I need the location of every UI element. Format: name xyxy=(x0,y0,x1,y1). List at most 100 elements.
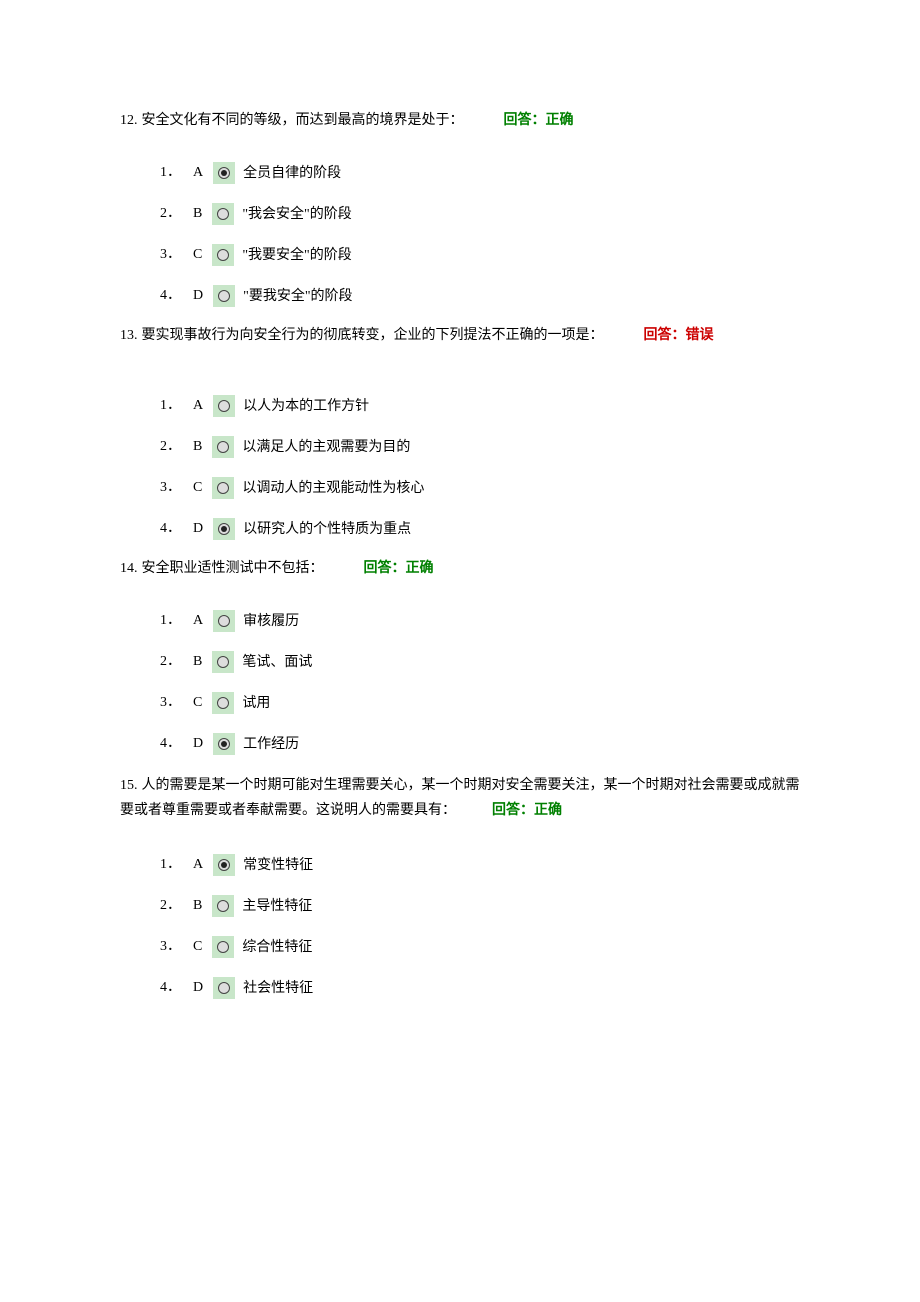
option-index: 3． xyxy=(160,692,181,713)
radio-button[interactable] xyxy=(212,244,234,266)
radio-icon xyxy=(218,982,230,994)
option-text: 社会性特征 xyxy=(243,976,313,999)
option-text: 试用 xyxy=(242,691,270,714)
radio-icon xyxy=(217,208,229,220)
option-text: 工作经历 xyxy=(243,732,299,755)
option-index: 2． xyxy=(160,651,181,672)
option-text: "要我安全"的阶段 xyxy=(243,284,352,307)
option-item: 3． C 以调动人的主观能动性为核心 xyxy=(160,476,800,499)
option-index: 1． xyxy=(160,854,181,875)
radio-button[interactable] xyxy=(212,692,234,714)
option-letter: C xyxy=(193,692,202,713)
question-text: 安全文化有不同的等级，而达到最高的境界是处于： xyxy=(142,110,464,131)
radio-icon xyxy=(218,290,230,302)
option-text: 全员自律的阶段 xyxy=(243,161,341,184)
feedback-label: 回答： xyxy=(644,328,686,343)
radio-icon xyxy=(217,441,229,453)
option-text: 常变性特征 xyxy=(243,853,313,876)
radio-button[interactable] xyxy=(213,162,235,184)
question-text: 安全职业适性测试中不包括： xyxy=(142,558,324,579)
question-text: 要实现事故行为向安全行为的彻底转变，企业的下列提法不正确的一项是： xyxy=(142,325,604,346)
radio-button[interactable] xyxy=(212,651,234,673)
radio-icon xyxy=(218,167,230,179)
option-text: 笔试、面试 xyxy=(242,650,312,673)
radio-icon xyxy=(217,656,229,668)
radio-icon xyxy=(217,482,229,494)
option-item: 2．B"我会安全"的阶段 xyxy=(160,202,800,225)
option-letter: C xyxy=(193,477,202,498)
option-item: 3． C 试用 xyxy=(160,691,800,714)
radio-button[interactable] xyxy=(212,477,234,499)
radio-icon xyxy=(218,523,230,535)
option-text: 主导性特征 xyxy=(242,894,312,917)
option-index: 2． xyxy=(160,203,181,224)
radio-button[interactable] xyxy=(212,203,234,225)
option-item: 1．A常变性特征 xyxy=(160,853,800,876)
feedback-value: 正确 xyxy=(534,803,562,818)
option-text: 综合性特征 xyxy=(242,935,312,958)
option-item: 1．A全员自律的阶段 xyxy=(160,161,800,184)
option-letter: A xyxy=(193,395,203,416)
radio-button[interactable] xyxy=(213,395,235,417)
feedback-value: 正确 xyxy=(406,561,434,576)
question-block: 14.安全职业适性测试中不包括：回答：正确1．A审核履历2．B笔试、面试3．C试… xyxy=(120,558,800,755)
option-item: 2． B 笔试、面试 xyxy=(160,650,800,673)
option-letter: A xyxy=(193,610,203,631)
question-block: 13.要实现事故行为向安全行为的彻底转变，企业的下列提法不正确的一项是： 回答：错… xyxy=(120,325,800,540)
radio-button[interactable] xyxy=(213,518,235,540)
radio-icon xyxy=(217,249,229,261)
radio-button[interactable] xyxy=(212,436,234,458)
option-item: 4．D工作经历 xyxy=(160,732,800,755)
feedback-value: 错误 xyxy=(686,328,714,343)
question-number: 14. xyxy=(120,558,138,579)
option-index: 3． xyxy=(160,936,181,957)
radio-button[interactable] xyxy=(212,936,234,958)
options-list: 1．A常变性特征2．B主导性特征3．C综合性特征4．D社会性特征 xyxy=(120,853,800,999)
option-index: 3． xyxy=(160,244,181,265)
question-header: 12.安全文化有不同的等级，而达到最高的境界是处于：回答：正确 xyxy=(120,110,800,131)
option-letter: D xyxy=(193,733,203,754)
option-index: 1． xyxy=(160,610,181,631)
option-letter: C xyxy=(193,936,202,957)
question-header: 13.要实现事故行为向安全行为的彻底转变，企业的下列提法不正确的一项是： 回答：错… xyxy=(120,325,800,346)
radio-button[interactable] xyxy=(213,977,235,999)
option-index: 4． xyxy=(160,977,181,998)
question-number: 15. xyxy=(120,778,138,793)
radio-icon xyxy=(218,615,230,627)
question-block: 12.安全文化有不同的等级，而达到最高的境界是处于：回答：正确1．A全员自律的阶… xyxy=(120,110,800,307)
radio-icon xyxy=(218,738,230,750)
option-index: 4． xyxy=(160,518,181,539)
feedback-label: 回答： xyxy=(504,113,546,128)
option-text: 以调动人的主观能动性为核心 xyxy=(242,476,424,499)
option-text: 以满足人的主观需要为目的 xyxy=(242,435,410,458)
option-text: 以研究人的个性特质为重点 xyxy=(243,517,411,540)
option-item: 4． D 社会性特征 xyxy=(160,976,800,999)
option-text: "我要安全"的阶段 xyxy=(242,243,351,266)
option-index: 3． xyxy=(160,477,181,498)
option-item: 4． D 以研究人的个性特质为重点 xyxy=(160,517,800,540)
feedback-label: 回答： xyxy=(492,803,534,818)
options-list: 1．A全员自律的阶段2．B"我会安全"的阶段3．C"我要安全"的阶段4．D"要我… xyxy=(120,161,800,307)
option-item: 1．A以人为本的工作方针 xyxy=(160,394,800,417)
options-list: 1．A以人为本的工作方针2．B以满足人的主观需要为目的3．C以调动人的主观能动性… xyxy=(120,394,800,540)
option-letter: D xyxy=(193,977,203,998)
question-text: 人的需要是某一个时期可能对生理需要关心，某一个时期对安全需要关注，某一个时期对社… xyxy=(120,778,800,818)
options-list: 1．A审核履历2．B笔试、面试3．C试用4．D工作经历 xyxy=(120,609,800,755)
option-item: 2．B主导性特征 xyxy=(160,894,800,917)
option-letter: C xyxy=(193,244,202,265)
option-letter: D xyxy=(193,518,203,539)
option-item: 1．A审核履历 xyxy=(160,609,800,632)
option-letter: B xyxy=(193,651,202,672)
question-header: 14.安全职业适性测试中不包括：回答：正确 xyxy=(120,558,800,579)
radio-icon xyxy=(217,941,229,953)
option-item: 3． C "我要安全"的阶段 xyxy=(160,243,800,266)
question-number: 13. xyxy=(120,325,138,346)
radio-button[interactable] xyxy=(213,610,235,632)
radio-button[interactable] xyxy=(213,285,235,307)
radio-button[interactable] xyxy=(213,733,235,755)
radio-button[interactable] xyxy=(212,895,234,917)
option-text: 以人为本的工作方针 xyxy=(243,394,369,417)
radio-button[interactable] xyxy=(213,854,235,876)
option-text: "我会安全"的阶段 xyxy=(242,202,351,225)
option-letter: B xyxy=(193,895,202,916)
